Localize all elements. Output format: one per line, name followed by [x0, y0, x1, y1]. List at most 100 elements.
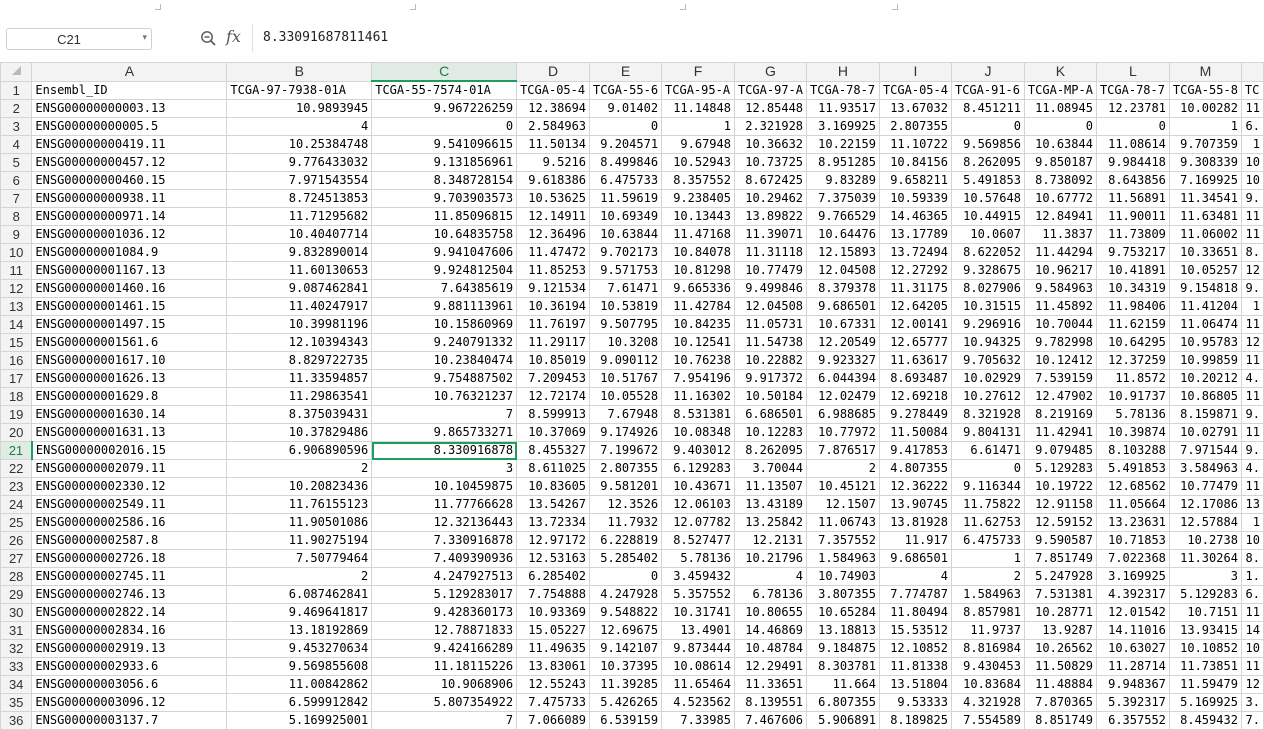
cell[interactable]: TCGA-78-7 — [1095, 80, 1170, 100]
column-header[interactable]: M — [1168, 62, 1242, 82]
cell[interactable]: 15.53512 — [878, 621, 952, 640]
cell[interactable]: 10.80655 — [733, 603, 808, 622]
cell[interactable]: 9.184875 — [806, 639, 880, 658]
cell[interactable]: 10.9893945 — [226, 99, 373, 118]
row-header[interactable]: 9 — [0, 225, 33, 244]
cell[interactable]: 9.703903573 — [371, 189, 518, 208]
cell[interactable]: 6.807355 — [806, 693, 880, 712]
row-header[interactable]: 26 — [0, 531, 33, 550]
cell[interactable]: 11.29863541 — [226, 387, 373, 406]
row-header[interactable]: 35 — [0, 693, 33, 712]
cell[interactable]: 7.876517 — [806, 441, 880, 460]
cell[interactable]: 11.9737 — [950, 621, 1025, 640]
cell[interactable]: 7 — [371, 405, 518, 424]
cell[interactable]: 8.829722735 — [226, 351, 373, 370]
cell[interactable]: 11.08614 — [1095, 135, 1170, 154]
row-header[interactable]: 10 — [0, 243, 33, 262]
column-header[interactable]: F — [661, 62, 735, 82]
cell[interactable]: 10.22882 — [733, 351, 808, 370]
cell[interactable]: 10.85019 — [516, 351, 591, 370]
cell[interactable]: 8.262095 — [733, 441, 808, 460]
cell[interactable]: 10.37829486 — [226, 423, 373, 442]
cell[interactable]: 9.5216 — [516, 153, 591, 172]
cell[interactable]: 13.51804 — [878, 675, 952, 694]
cell[interactable]: 9.967226259 — [371, 99, 518, 118]
row-header[interactable]: 25 — [0, 513, 33, 532]
cell[interactable]: 10.28771 — [1023, 603, 1097, 622]
cell[interactable]: ENSG00000001617.10 — [31, 351, 228, 370]
cell[interactable]: 9.417853 — [878, 441, 952, 460]
cell[interactable]: 11.73851 — [1168, 657, 1242, 676]
cell[interactable]: 13.4901 — [661, 621, 735, 640]
cell[interactable]: 9.702173 — [589, 243, 663, 262]
cell[interactable]: 10.08348 — [661, 423, 735, 442]
cell[interactable]: 1 — [1168, 117, 1242, 136]
cell[interactable]: 9.804131 — [950, 423, 1025, 442]
row-header[interactable]: 7 — [0, 189, 33, 208]
cell[interactable]: 12.17086 — [1168, 495, 1242, 514]
cell[interactable]: 11.41204 — [1168, 297, 1242, 316]
cell[interactable]: 9.865733271 — [371, 423, 518, 442]
cell[interactable]: 1 — [950, 549, 1025, 568]
cell[interactable]: 11.71295682 — [226, 207, 373, 226]
cell[interactable]: 1 — [1240, 513, 1264, 532]
cell[interactable]: 9. — [1240, 279, 1264, 298]
cell[interactable]: 10.52943 — [661, 153, 735, 172]
cell[interactable]: 12.10394343 — [226, 333, 373, 352]
cell[interactable]: 11.664 — [806, 675, 880, 694]
cell[interactable]: 10 — [1240, 153, 1264, 172]
cell[interactable]: 5.807354922 — [371, 693, 518, 712]
cell[interactable]: 7.357552 — [806, 531, 880, 550]
row-header[interactable]: 15 — [0, 333, 33, 352]
cell[interactable]: 5.78136 — [661, 549, 735, 568]
cell[interactable]: 10.45121 — [806, 477, 880, 496]
cell[interactable]: 9.569856 — [950, 135, 1025, 154]
cell[interactable]: 0 — [589, 117, 663, 136]
row-header[interactable]: 31 — [0, 621, 33, 640]
row-header[interactable]: 4 — [0, 135, 33, 154]
cell[interactable]: 8.531381 — [661, 405, 735, 424]
cell[interactable]: 10.83684 — [950, 675, 1025, 694]
cell[interactable]: 7.971544 — [1168, 441, 1242, 460]
cell[interactable]: 11 — [1240, 207, 1264, 226]
cell[interactable]: 12.36222 — [878, 477, 952, 496]
cell[interactable]: 10.53819 — [589, 297, 663, 316]
cell[interactable]: 11.93517 — [806, 99, 880, 118]
column-header[interactable]: J — [950, 62, 1025, 82]
cell[interactable]: 12.65777 — [878, 333, 952, 352]
cell[interactable]: 10.77479 — [1168, 477, 1242, 496]
cell[interactable]: 10.94325 — [950, 333, 1025, 352]
cell[interactable]: 2.584963 — [516, 117, 591, 136]
cell[interactable]: 13.17789 — [878, 225, 952, 244]
select-all-corner[interactable] — [0, 62, 33, 82]
cell[interactable]: 11.49635 — [516, 639, 591, 658]
cell[interactable]: 14.46869 — [733, 621, 808, 640]
cell[interactable]: TCGA-91-6 — [950, 80, 1025, 100]
cell[interactable]: 11.00842862 — [226, 675, 373, 694]
cell[interactable]: 9.754887502 — [371, 369, 518, 388]
cell[interactable]: TCGA-55-6 — [589, 80, 663, 100]
cell[interactable]: 5.392317 — [1095, 693, 1170, 712]
cell[interactable]: 10.37395 — [589, 657, 663, 676]
cell[interactable]: 12.04508 — [733, 297, 808, 316]
cell[interactable]: 7.50779464 — [226, 549, 373, 568]
cell[interactable]: 4 — [226, 117, 373, 136]
cell[interactable]: 12.32136443 — [371, 513, 518, 532]
cell[interactable]: 13.93415 — [1168, 621, 1242, 640]
cell[interactable]: 9.131856961 — [371, 153, 518, 172]
row-header[interactable]: 20 — [0, 423, 33, 442]
cell[interactable]: 6. — [1240, 117, 1264, 136]
cell[interactable]: 4.247928 — [589, 585, 663, 604]
cell[interactable]: 3 — [1168, 567, 1242, 586]
cell[interactable]: 11.40247917 — [226, 297, 373, 316]
cell[interactable]: 11.76197 — [516, 315, 591, 334]
cell[interactable]: 8.189825 — [878, 711, 952, 730]
cell[interactable]: TC — [1240, 80, 1264, 100]
cell[interactable]: 11.28714 — [1095, 657, 1170, 676]
cell[interactable]: 12.3526 — [589, 495, 663, 514]
cell[interactable]: 10.7151 — [1168, 603, 1242, 622]
cell[interactable]: 11.80494 — [878, 603, 952, 622]
cell[interactable]: 2 — [806, 459, 880, 478]
cell[interactable]: 10.65284 — [806, 603, 880, 622]
cell[interactable]: 10.05528 — [589, 387, 663, 406]
